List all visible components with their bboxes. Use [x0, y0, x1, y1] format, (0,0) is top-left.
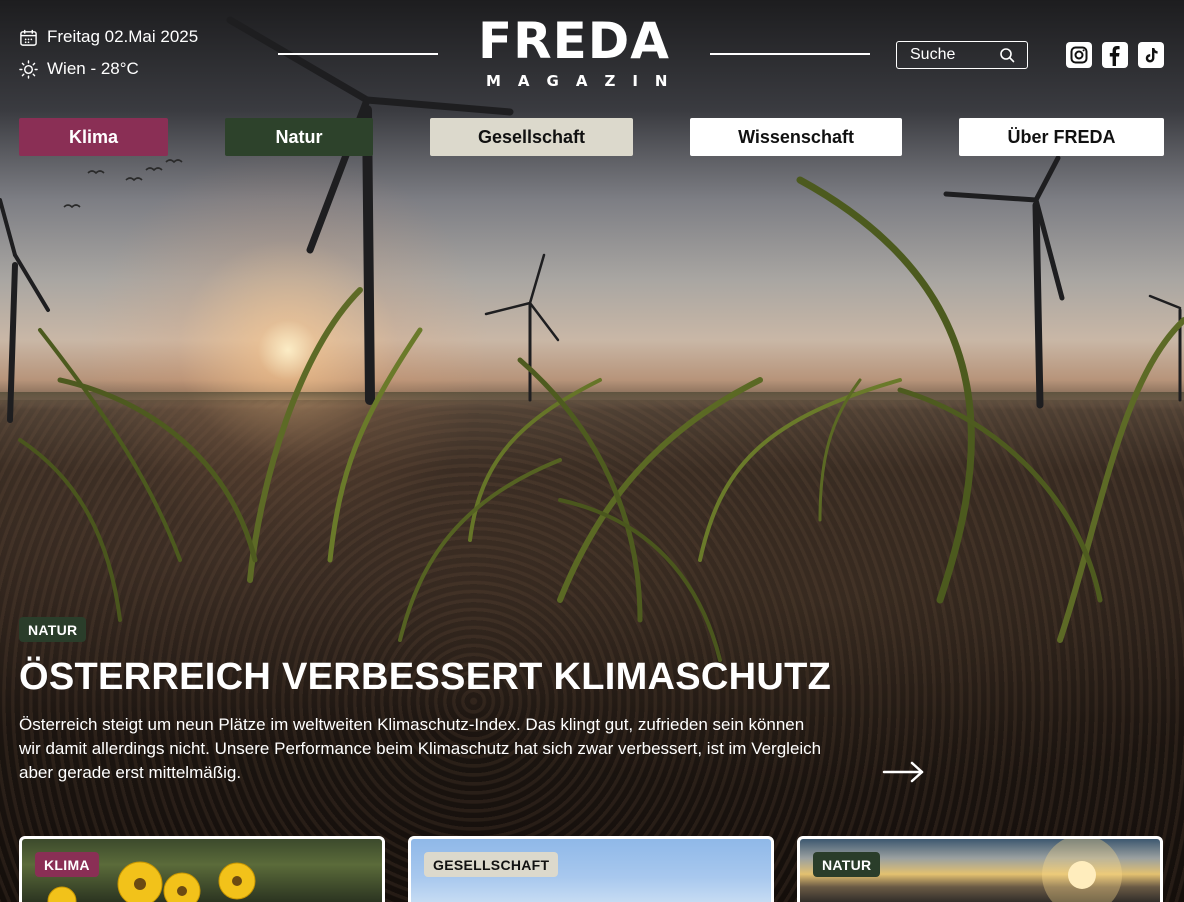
nav-item-gesellschaft[interactable]: Gesellschaft	[430, 118, 633, 156]
site-header: Freitag 02.Mai 2025 Wien - 28°C FREDA MA…	[0, 0, 1184, 100]
sun-icon	[19, 59, 38, 79]
page: Freitag 02.Mai 2025 Wien - 28°C FREDA MA…	[0, 0, 1184, 902]
facebook-icon[interactable]	[1102, 42, 1128, 68]
card-category-badge[interactable]: KLIMA	[35, 852, 99, 877]
date-row: Freitag 02.Mai 2025	[19, 26, 198, 48]
nav-item-ueber-freda[interactable]: Über FREDA	[959, 118, 1164, 156]
nav-item-natur[interactable]: Natur	[225, 118, 373, 156]
article-card[interactable]: GESELLSCHAFT	[408, 836, 774, 902]
logo-subtitle: MAGAZIN	[486, 72, 685, 90]
tiktok-icon[interactable]	[1138, 42, 1164, 68]
search-icon[interactable]	[999, 47, 1015, 63]
date-weather-info: Freitag 02.Mai 2025 Wien - 28°C	[19, 26, 198, 90]
search-input[interactable]: Suche	[896, 41, 1028, 69]
article-card[interactable]: KLIMA	[19, 836, 385, 902]
hero-category-badge[interactable]: NATUR	[19, 617, 87, 642]
hero-headline[interactable]: ÖSTERREICH VERBESSERT KLIMASCHUTZ	[19, 656, 831, 699]
card-category-badge[interactable]: NATUR	[813, 852, 881, 877]
arrow-right-icon[interactable]	[882, 758, 926, 786]
article-card[interactable]: NATUR	[797, 836, 1163, 902]
card-category-badge[interactable]: GESELLSCHAFT	[424, 852, 559, 877]
logo-wordmark: FREDA	[477, 12, 670, 70]
hero-teaser: Österreich steigt um neun Plätze im welt…	[19, 715, 822, 782]
current-date: Freitag 02.Mai 2025	[47, 27, 199, 46]
header-divider-right	[710, 53, 870, 55]
weather-row: Wien - 28°C	[19, 58, 198, 80]
instagram-icon[interactable]	[1066, 42, 1092, 68]
nav-item-wissenschaft[interactable]: Wissenschaft	[690, 118, 902, 156]
site-logo[interactable]: FREDA MAGAZIN	[472, 12, 685, 90]
current-weather: Wien - 28°C	[47, 59, 139, 78]
search-placeholder: Suche	[910, 46, 956, 63]
nav-item-klima[interactable]: Klima	[19, 118, 168, 156]
header-divider-left	[278, 53, 438, 55]
calendar-icon	[20, 29, 37, 46]
